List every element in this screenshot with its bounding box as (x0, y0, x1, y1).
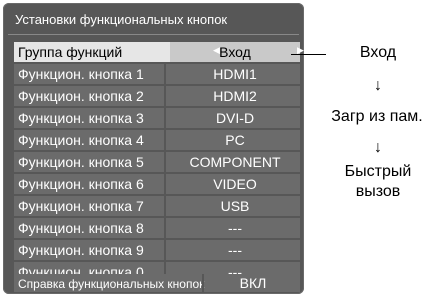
row-value: ВКЛ (239, 275, 267, 291)
row-function-button-6[interactable]: Функцион. кнопка 6 VIDEO (14, 174, 300, 194)
arrow-down-icon: ↓ (374, 139, 382, 156)
row-value: --- (228, 220, 242, 236)
row-function-button-4[interactable]: Функцион. кнопка 4 PC (14, 130, 300, 150)
row-value: DVI-D (215, 110, 255, 126)
function-button-settings-panel: Установки функциональных кнопок Группа ф… (3, 3, 304, 294)
row-label: Функцион. кнопка 5 (18, 154, 144, 170)
divider (164, 196, 166, 216)
row-label: Функцион. кнопка 7 (18, 198, 144, 214)
title-divider (8, 34, 299, 35)
row-value: VIDEO (213, 176, 257, 192)
row-label: Функцион. кнопка 8 (18, 220, 144, 236)
divider (164, 64, 166, 84)
divider (202, 274, 204, 292)
divider (164, 108, 166, 128)
option-input: Вход (359, 44, 397, 61)
row-value: COMPONENT (189, 154, 281, 170)
divider (164, 86, 166, 106)
row-value: USB (220, 198, 250, 214)
panel-title: Установки функциональных кнопок (15, 12, 228, 27)
row-label: Функцион. кнопка 6 (18, 176, 144, 192)
row-value: PC (225, 132, 245, 148)
row-value: HDMI2 (213, 88, 257, 104)
row-label: Группа функций (18, 44, 123, 60)
arrow-down-icon: ↓ (374, 77, 382, 94)
row-function-button-7[interactable]: Функцион. кнопка 7 USB (14, 196, 300, 216)
row-function-button-3[interactable]: Функцион. кнопка 3 DVI-D (14, 108, 300, 128)
divider (164, 152, 166, 172)
row-function-button-9[interactable]: Функцион. кнопка 9 --- (14, 240, 300, 260)
row-label: Функцион. кнопка 1 (18, 66, 144, 82)
row-function-button-1[interactable]: Функцион. кнопка 1 HDMI1 (14, 64, 300, 84)
row-label: Функцион. кнопка 3 (18, 110, 144, 126)
option-quick-access-line1: Быстрый (344, 163, 412, 180)
row-label: Функцион. кнопка 9 (18, 242, 144, 258)
row-label: Справка функциональных кнопок (18, 277, 205, 291)
row-function-group[interactable]: Группа функций ◀ Вход ▶ (14, 42, 304, 62)
divider (164, 218, 166, 238)
option-load-memory: Загр из пам. (331, 108, 423, 125)
row-value: HDMI1 (213, 66, 257, 82)
row-value: --- (228, 242, 242, 258)
row-function-button-guide[interactable]: Справка функциональных кнопок ВКЛ (14, 274, 300, 292)
row-label: Функцион. кнопка 4 (18, 132, 144, 148)
divider (164, 130, 166, 150)
row-function-button-2[interactable]: Функцион. кнопка 2 HDMI2 (14, 86, 300, 106)
row-label: Функцион. кнопка 2 (18, 88, 144, 104)
divider (164, 240, 166, 260)
pointer-line (291, 54, 326, 55)
row-function-button-5[interactable]: Функцион. кнопка 5 COMPONENT (14, 152, 300, 172)
option-quick-access-line2: вызов (355, 183, 401, 200)
row-value: Вход (219, 44, 251, 60)
divider (164, 174, 166, 194)
row-function-button-8[interactable]: Функцион. кнопка 8 --- (14, 218, 300, 238)
